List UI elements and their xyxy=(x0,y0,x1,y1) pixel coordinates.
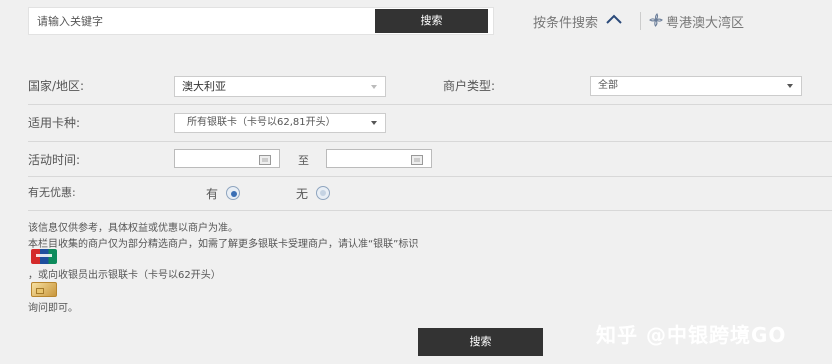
search-input[interactable] xyxy=(29,8,374,34)
merchant-type-label: 商户类型: xyxy=(443,79,496,93)
header-divider xyxy=(640,12,641,30)
discount-yes-radio[interactable] xyxy=(226,186,240,200)
unionpay-logo-icon xyxy=(31,249,57,264)
card-type-select-value: 所有银联卡（卡号以62,81开头） xyxy=(187,117,336,128)
calendar-icon[interactable] xyxy=(259,155,271,165)
start-date-input[interactable] xyxy=(174,149,280,168)
note-line-4: 询问即可。 xyxy=(28,303,78,314)
row-divider xyxy=(28,104,832,105)
search-bar: 搜索 xyxy=(28,7,494,35)
gold-bank-card-icon xyxy=(31,282,57,297)
dropdown-arrow-icon xyxy=(371,84,377,89)
region-link[interactable]: 粤港澳大湾区 xyxy=(666,12,744,31)
row-divider xyxy=(28,176,832,177)
discount-no-label[interactable]: 无 xyxy=(296,185,308,202)
discount-yes-label[interactable]: 有 xyxy=(206,185,218,202)
activity-time-label: 活动时间: xyxy=(28,153,81,167)
calendar-icon[interactable] xyxy=(411,155,423,165)
merchant-type-select-value: 全部 xyxy=(598,80,618,91)
note-line-1: 该信息仅供参考，具体权益或优惠以商户为准。 xyxy=(28,223,238,234)
note-line-2: 本栏目收集的商户仅为部分精选商户，如需了解更多银联卡受理商户，请认准“银联”标识 xyxy=(28,239,419,250)
country-select[interactable]: 澳大利亚 xyxy=(174,76,386,97)
watermark: 知乎 @中银跨境GO xyxy=(596,323,787,347)
card-type-label: 适用卡种: xyxy=(28,116,81,130)
search-button[interactable]: 搜索 xyxy=(375,9,488,33)
bottom-search-button[interactable]: 搜索 xyxy=(418,328,543,356)
row-divider xyxy=(28,141,832,142)
card-type-select[interactable]: 所有银联卡（卡号以62,81开头） xyxy=(174,113,386,133)
merchant-type-select[interactable]: 全部 xyxy=(590,76,802,96)
condition-search-toggle[interactable]: 按条件搜索 xyxy=(533,12,598,31)
note-line-3: ，或向收银员出示银联卡（卡号以62开头） xyxy=(28,270,221,281)
dropdown-arrow-icon xyxy=(787,84,793,88)
discount-label: 有无优惠: xyxy=(28,186,76,199)
country-select-value: 澳大利亚 xyxy=(182,80,226,93)
date-range-separator: 至 xyxy=(298,154,309,167)
row-divider xyxy=(28,210,832,211)
discount-no-radio[interactable] xyxy=(316,186,330,200)
country-label: 国家/地区: xyxy=(28,79,85,93)
chevron-up-icon[interactable] xyxy=(606,13,622,25)
bauhinia-flower-icon xyxy=(649,13,663,27)
dropdown-arrow-icon xyxy=(371,121,377,125)
end-date-input[interactable] xyxy=(326,149,432,168)
